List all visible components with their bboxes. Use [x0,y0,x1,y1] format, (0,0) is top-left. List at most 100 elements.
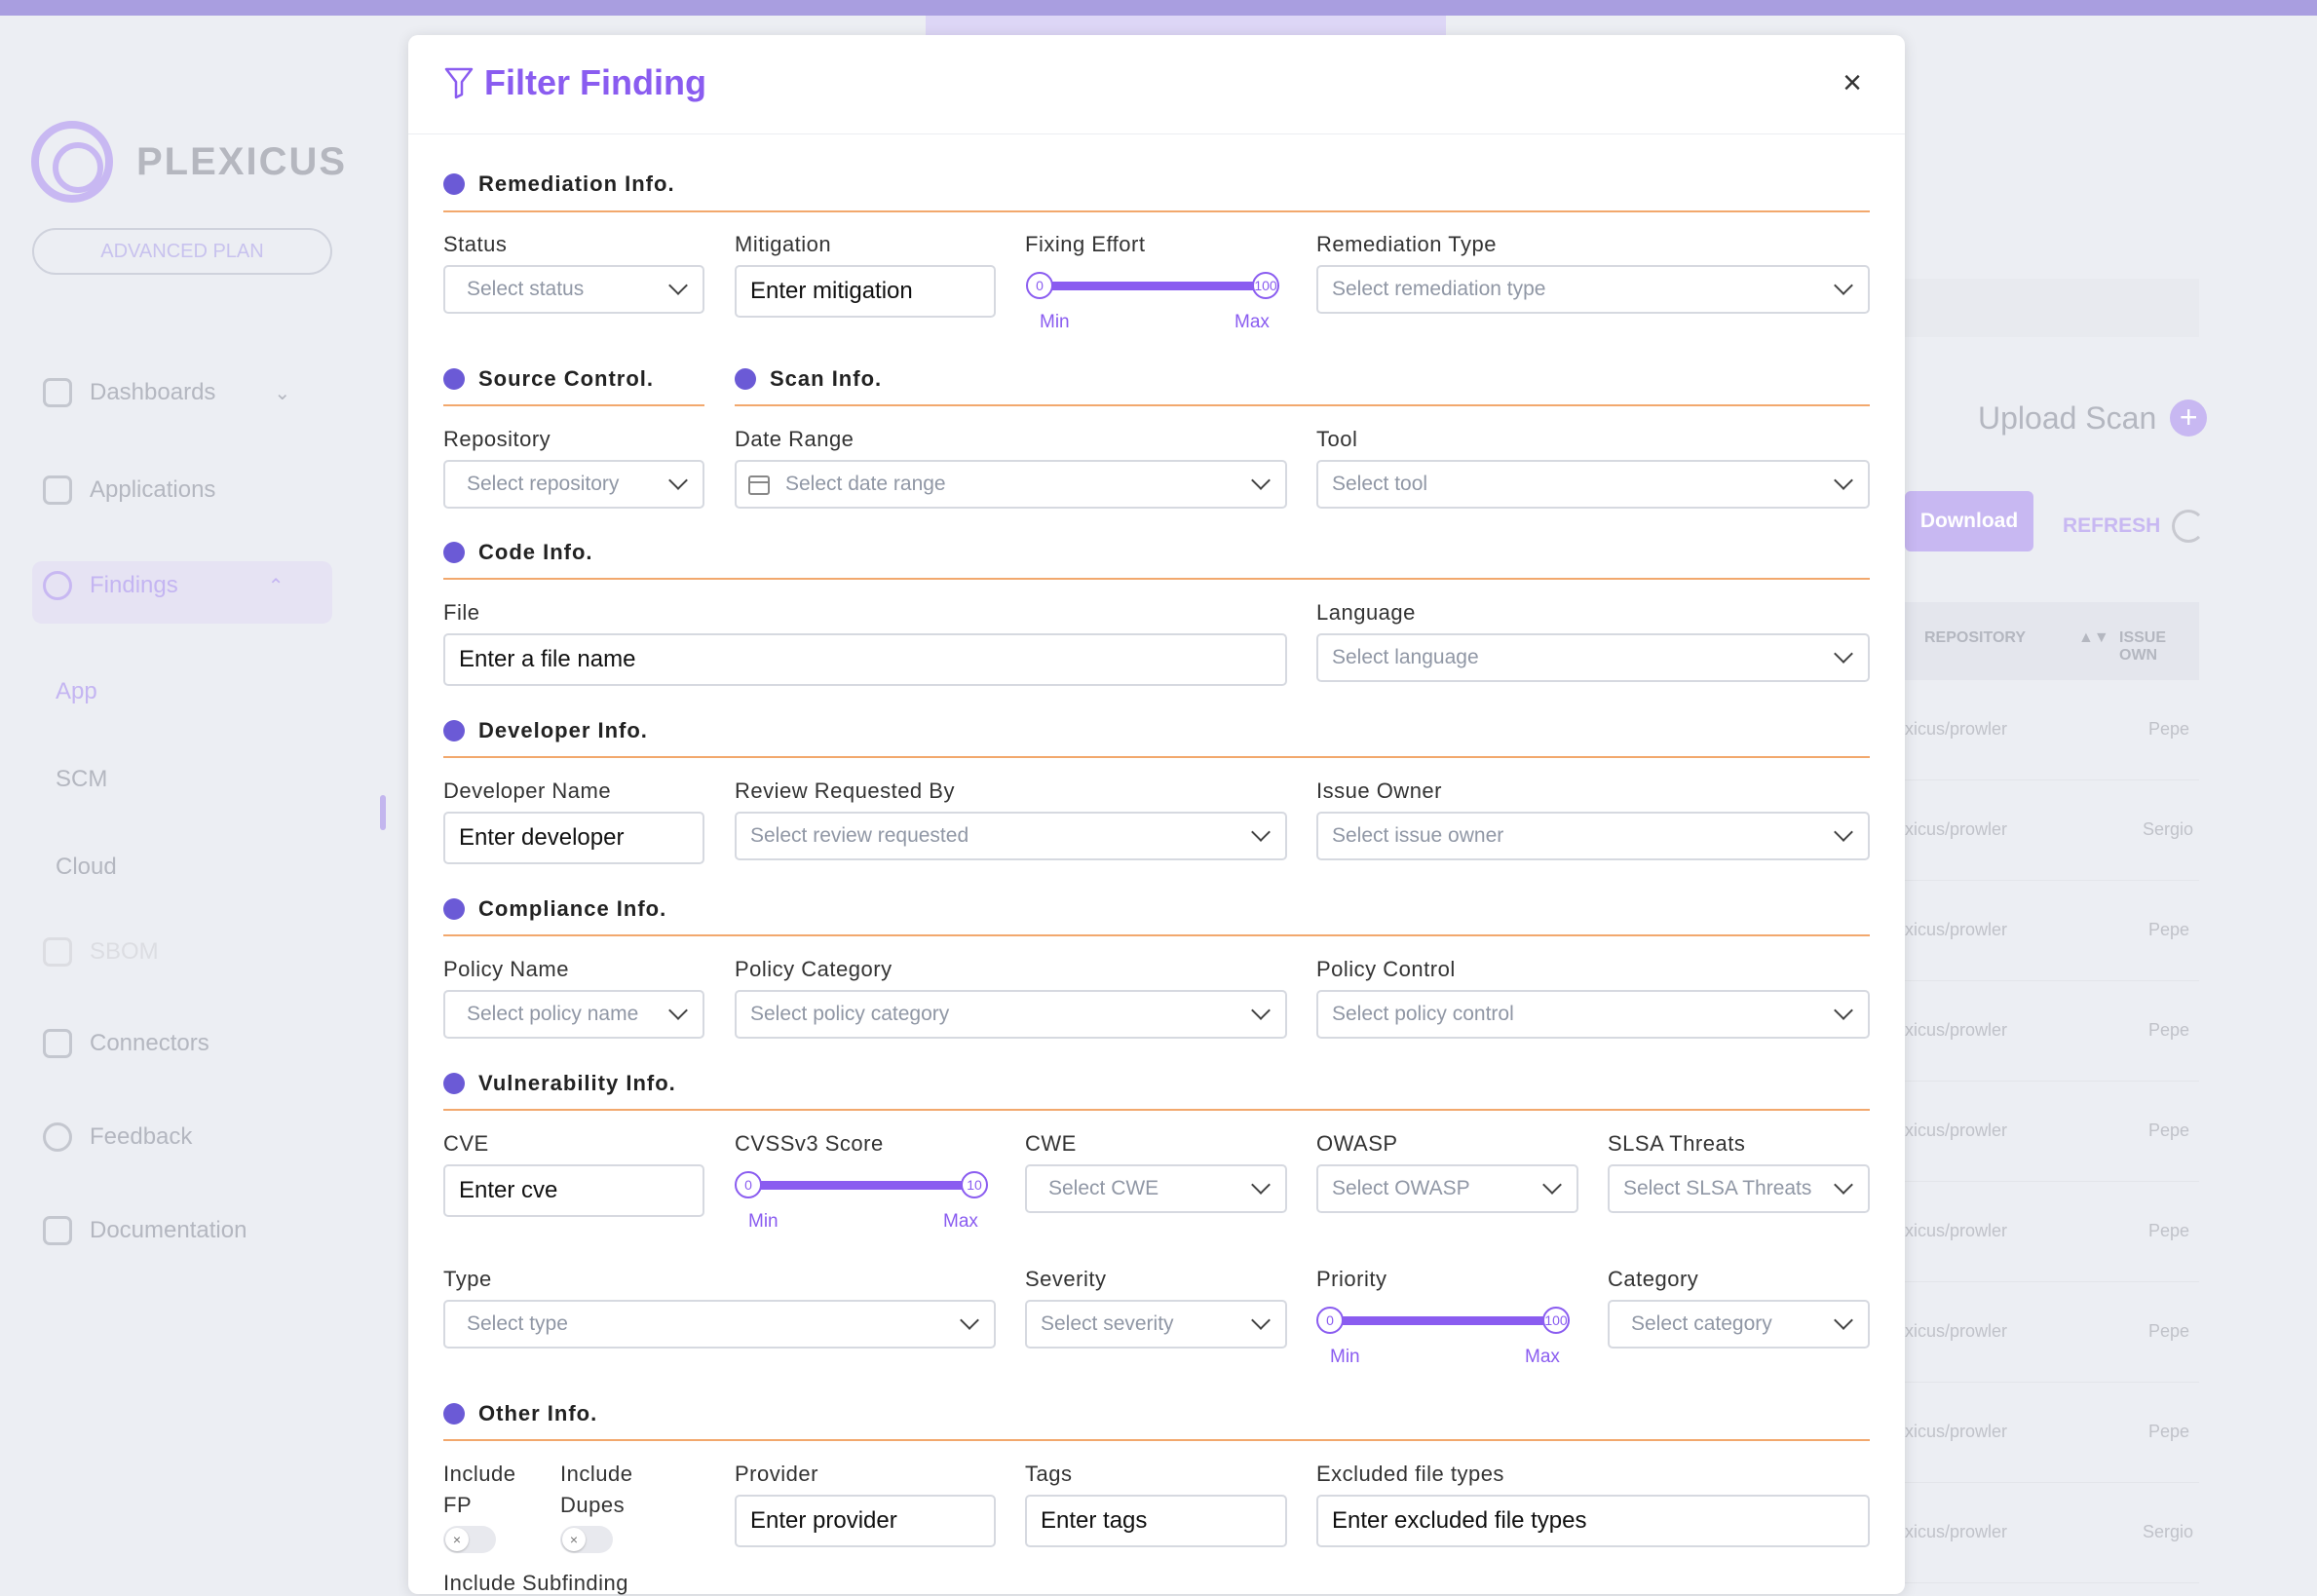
tags-input[interactable] [1025,1495,1287,1547]
chevron-down-icon [668,276,688,295]
table-row[interactable]: xicus/prowler Pepe [1905,680,2199,780]
chevron-down-icon [1542,1175,1562,1195]
section-developer-info: Developer Info. [443,718,648,743]
policy-name-placeholder: Select policy name [467,1003,639,1025]
table-row[interactable]: xicus/prowler Pepe [1905,981,2199,1082]
priority-slider[interactable]: 0 100 Min Max [1316,1304,1570,1367]
review-requested-placeholder: Select review requested [750,824,969,847]
section-divider [443,934,1870,936]
sort-icon[interactable]: ▲▼ [2078,629,2109,647]
slider-min-handle[interactable]: 0 [1316,1307,1344,1334]
type-placeholder: Select type [467,1312,568,1335]
repository-select[interactable]: Select repository [443,460,704,509]
owasp-label: OWASP [1316,1131,1398,1156]
cell-owner: Pepe [2148,1221,2190,1240]
include-fp-label-line2: FP [443,1493,473,1517]
policy-category-select[interactable]: Select policy category [735,990,1287,1039]
language-select[interactable]: Select language [1316,633,1870,682]
scroll-indicator[interactable] [380,795,386,830]
include-fp-toggle[interactable]: × [443,1526,496,1553]
sidebar-item-feedback[interactable]: Feedback [43,1122,192,1152]
tool-select[interactable]: Select tool [1316,460,1870,509]
slider-max-label: Max [1234,312,1270,332]
applications-icon [43,475,72,505]
remediation-type-placeholder: Select remediation type [1332,278,1546,300]
chevron-down-icon: ⌄ [274,382,291,404]
sidebar-item-findings[interactable]: Findings ⌃ [43,571,284,600]
excluded-file-types-input[interactable] [1316,1495,1870,1547]
cwe-select[interactable]: Select CWE [1025,1164,1287,1213]
column-header-issue-owner[interactable]: ISSUE OWN [2119,629,2199,665]
cwe-label: CWE [1025,1131,1077,1156]
slider-min-handle[interactable]: 0 [1026,272,1053,299]
sidebar-item-connectors[interactable]: Connectors [43,1029,209,1058]
lightbulb-icon [43,1122,72,1152]
slider-min-handle[interactable]: 0 [735,1171,762,1198]
cell-owner: Sergio [2143,1522,2194,1541]
chevron-up-icon: ⌃ [267,575,285,597]
chevron-down-icon [668,1001,688,1020]
developer-name-input[interactable] [443,812,704,864]
status-select[interactable]: Select status [443,265,704,314]
sidebar-item-documentation[interactable]: Documentation [43,1216,247,1245]
table-row[interactable]: xicus/prowler Pepe [1905,1082,2199,1182]
findings-sub-cloud[interactable]: Cloud [56,854,117,881]
slider-max-handle[interactable]: 100 [1252,272,1279,299]
slsa-threats-select[interactable]: Select SLSA Threats [1608,1164,1870,1213]
plan-badge[interactable]: ADVANCED PLAN [32,228,332,275]
slider-track [1330,1316,1556,1325]
repository-placeholder: Select repository [467,473,620,495]
table-row[interactable]: xicus/prowler Sergio [1905,780,2199,881]
mitigation-label: Mitigation [735,232,832,256]
table-row[interactable]: xicus/prowler Pepe [1905,1383,2199,1483]
sidebar-item-sbom[interactable]: SBOM [43,937,159,967]
sidebar-item-label: Dashboards [90,379,216,405]
findings-sub-app[interactable]: App [56,678,97,705]
table-row[interactable]: xicus/prowler Pepe [1905,881,2199,981]
column-header-repository[interactable]: REPOSITORY [1924,629,2026,647]
remediation-type-select[interactable]: Select remediation type [1316,265,1870,314]
section-title: Remediation Info. [478,171,675,196]
include-dupes-toggle[interactable]: × [560,1526,613,1553]
cwe-placeholder: Select CWE [1048,1177,1159,1199]
close-icon[interactable]: × [1842,64,1862,102]
type-select[interactable]: Select type [443,1300,996,1349]
sidebar-item-applications[interactable]: Applications [43,475,215,505]
section-title: Scan Info. [770,366,883,391]
issue-owner-select[interactable]: Select issue owner [1316,812,1870,860]
slider-max-handle[interactable]: 10 [961,1171,988,1198]
chevron-down-icon [1834,1311,1853,1330]
upload-scan-button[interactable]: Upload Scan + [1978,399,2208,437]
policy-control-select[interactable]: Select policy control [1316,990,1870,1039]
table-row[interactable]: xicus/prowler Sergio [1905,1483,2199,1583]
refresh-button[interactable]: REFRESH [2063,510,2206,543]
category-label: Category [1608,1267,1699,1291]
toggle-off-icon: × [562,1528,586,1551]
table-row[interactable]: xicus/prowler Pepe [1905,1282,2199,1383]
date-range-picker[interactable]: Select date range [735,460,1287,509]
slsa-label: SLSA Threats [1608,1131,1746,1156]
sidebar-item-dashboards[interactable]: Dashboards ⌄ [43,378,290,407]
owasp-select[interactable]: Select OWASP [1316,1164,1578,1213]
section-other-info: Other Info. [443,1401,597,1426]
file-input[interactable] [443,633,1287,686]
cve-input[interactable] [443,1164,704,1217]
documentation-icon [43,1216,72,1245]
cvss-score-slider[interactable]: 0 10 Min Max [735,1168,988,1232]
provider-input[interactable] [735,1495,996,1547]
table-row[interactable]: xicus/prowler Pepe [1905,1182,2199,1282]
fixing-effort-slider[interactable]: 0 100 Min Max [1026,269,1279,332]
policy-name-label: Policy Name [443,957,569,981]
category-select[interactable]: Select category [1608,1300,1870,1349]
review-requested-select[interactable]: Select review requested [735,812,1287,860]
policy-name-select[interactable]: Select policy name [443,990,704,1039]
slider-max-handle[interactable]: 100 [1542,1307,1570,1334]
slsa-placeholder: Select SLSA Threats [1623,1177,1812,1199]
sidebar-item-label: SBOM [90,938,159,965]
sidebar: PLEXICUS ADVANCED PLAN Dashboards ⌄ Appl… [0,16,365,1584]
mitigation-input[interactable] [735,265,996,318]
findings-sub-scm[interactable]: SCM [56,766,107,793]
download-button[interactable]: Download [1905,491,2033,551]
cell-owner: Pepe [2148,1422,2190,1441]
severity-select[interactable]: Select severity [1025,1300,1287,1349]
